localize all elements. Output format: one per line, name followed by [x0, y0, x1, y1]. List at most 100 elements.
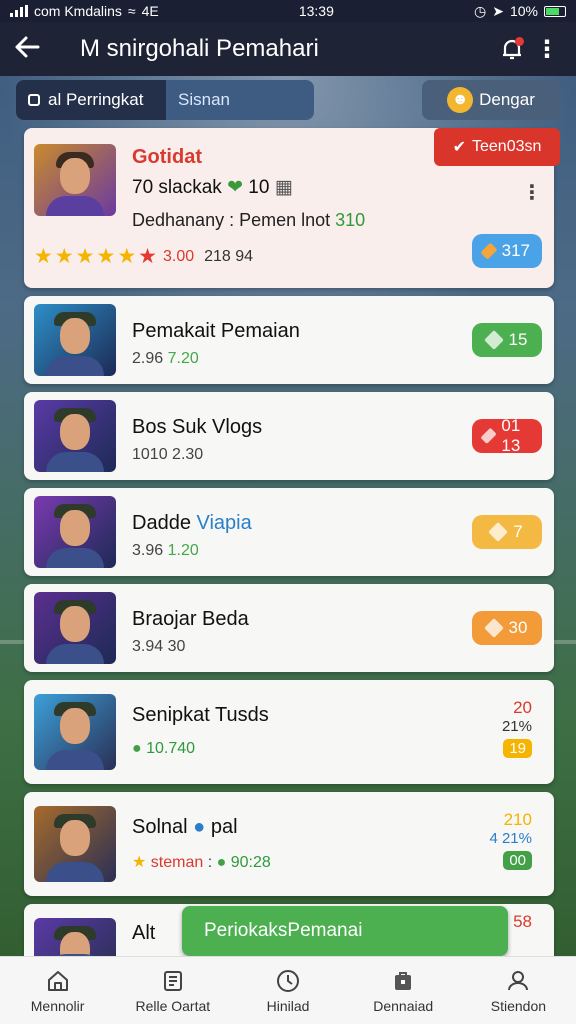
nav-profile[interactable]: Stiendon	[461, 957, 576, 1024]
app-bar: M snirgohali Pemahari ⋮	[0, 22, 576, 76]
clock: 13:39	[298, 3, 334, 19]
player-name: Bos Suk Vlogs	[132, 416, 262, 439]
player-card[interactable]: Bos Suk Vlogs 1010 2.30 01 13	[24, 392, 554, 480]
star-icon: ★	[75, 245, 95, 268]
score-value: 30	[508, 618, 528, 637]
top-player-card[interactable]: ✔ Teen03sn Gotidat 70 slackak ❤ 10 ▦ Ded…	[24, 128, 560, 288]
player-card[interactable]: Dadde Viapia 3.96 1.20 7	[24, 488, 554, 576]
ranking-icon	[28, 94, 40, 106]
more-menu-button[interactable]: ⋮	[532, 35, 562, 64]
tab-season[interactable]: Sisnan	[166, 80, 314, 120]
nav-label: Mennolir	[30, 997, 85, 1014]
player-name-text: Braojar Beda	[132, 608, 249, 630]
score-value: 7	[513, 522, 523, 541]
nav-label: Relle Oartat	[135, 997, 211, 1014]
summary-count: 10	[248, 177, 270, 198]
stat-value: 90:28	[230, 854, 271, 871]
notification-button[interactable]	[492, 29, 532, 69]
star-icon: ★	[54, 245, 74, 268]
player-stats: 1010 2.30	[132, 446, 203, 464]
signal-icon	[10, 5, 28, 17]
rating-extra: 218 94	[204, 247, 254, 265]
side-stats: 20 21% 19	[502, 698, 532, 758]
top-badge[interactable]: ✔ Teen03sn	[434, 128, 560, 166]
gem-icon	[480, 242, 498, 260]
gem-icon	[480, 427, 497, 445]
bag-icon	[390, 968, 416, 994]
avatar	[34, 304, 116, 376]
player-stats: ● 10.740	[132, 740, 195, 758]
arrow-left-icon	[15, 36, 40, 58]
player-name-extra: Viapia	[196, 512, 252, 534]
player-stats: 3.96 1.20	[132, 542, 199, 560]
nav-label: Stiendon	[490, 997, 547, 1014]
star-icon: ★	[138, 245, 157, 268]
avatar	[34, 806, 116, 882]
player-name: Alt	[132, 922, 155, 945]
player-card[interactable]: Braojar Beda 3.94 30 30	[24, 584, 554, 672]
battery-percent: 10%	[509, 3, 538, 19]
player-name-text: Dadde	[132, 512, 191, 534]
green-dot-icon: ●	[216, 854, 227, 871]
stat-a: 3.96	[132, 542, 164, 559]
check-icon: ✔	[452, 139, 466, 156]
avatar	[34, 144, 116, 216]
score-value: 317	[501, 241, 530, 260]
list-icon	[160, 968, 186, 994]
stat-label: steman	[150, 854, 204, 871]
top-badge-label: Teen03sn	[472, 138, 542, 155]
rating-value: 3.00	[162, 247, 195, 265]
battery-icon	[543, 5, 566, 17]
tab-friends-label: Dengar	[479, 90, 535, 109]
player-name: Solnal ● pal	[132, 816, 238, 839]
clock-icon	[275, 968, 301, 994]
avatar	[34, 694, 116, 770]
player-stats: ★ steman : ● 90:28	[132, 854, 271, 871]
player-name-extra: pal	[210, 816, 238, 838]
tab-ranking[interactable]: al Perringkat	[16, 80, 166, 120]
score-value: 15	[508, 330, 528, 349]
stat-value: 10.740	[146, 740, 196, 757]
nav-bag[interactable]: Dennaiad	[346, 957, 461, 1024]
player-name-text: Solnal	[132, 816, 188, 838]
player-card[interactable]: Senipkat Tusds ● 10.740 20 21% 19	[24, 680, 554, 784]
stat-a: 3.94	[132, 638, 164, 655]
stat-a: 2.96	[132, 350, 164, 367]
score-pill: 317	[472, 234, 542, 268]
nav-list[interactable]: Relle Oartat	[115, 957, 230, 1024]
player-stats: 3.94 30	[132, 638, 185, 656]
player-ranking-list: ✔ Teen03sn Gotidat 70 slackak ❤ 10 ▦ Ded…	[24, 128, 560, 982]
player-stats: 2.96 7.20	[132, 350, 199, 368]
player-name-text: Senipkat Tusds	[132, 704, 269, 726]
side-badge: 19	[503, 739, 532, 758]
player-card[interactable]: Pemakait Pemaian 2.96 7.20 15	[24, 296, 554, 384]
player-detail: Dedhanany : Pemen lnot 310	[132, 210, 365, 231]
player-name-text: Pemakait Pemaian	[132, 320, 300, 342]
detail-value: 310	[335, 210, 366, 230]
back-button[interactable]	[14, 35, 54, 63]
side-percent: 21%	[501, 718, 532, 735]
summary-text: 70 slackak	[132, 177, 222, 198]
location-icon: ➤	[492, 2, 504, 19]
star-icon: ★	[132, 854, 147, 871]
nav-history[interactable]: Hinilad	[230, 957, 345, 1024]
bottom-navigation: Mennolir Relle Oartat Hinilad Dennaiad S…	[0, 956, 576, 1024]
score-pill: 30	[472, 611, 542, 645]
person-icon	[505, 968, 531, 994]
side-top-value: 58	[513, 912, 532, 931]
score-value: 01 13	[501, 416, 521, 455]
compare-players-button[interactable]: PeriokaksPemanai	[182, 906, 508, 956]
score-pill: 15	[472, 323, 542, 357]
tab-ranking-label: al Perringkat	[48, 90, 144, 109]
gem-icon	[483, 618, 504, 638]
stat-b: 30	[167, 638, 186, 655]
player-name-text: Bos Suk Vlogs	[132, 416, 263, 438]
avatar	[34, 592, 116, 664]
side-badge: 00	[503, 851, 532, 870]
tab-friends[interactable]: ☻ Dengar	[422, 80, 560, 120]
player-card[interactable]: Solnal ● pal ★ steman : ● 90:28 210 4 21% 00	[24, 792, 554, 896]
nav-home[interactable]: Mennolir	[0, 957, 115, 1024]
card-more-button[interactable]: ⋮	[522, 180, 542, 205]
wifi-icon: ≈	[127, 3, 136, 19]
stat-b: 2.30	[172, 446, 204, 463]
